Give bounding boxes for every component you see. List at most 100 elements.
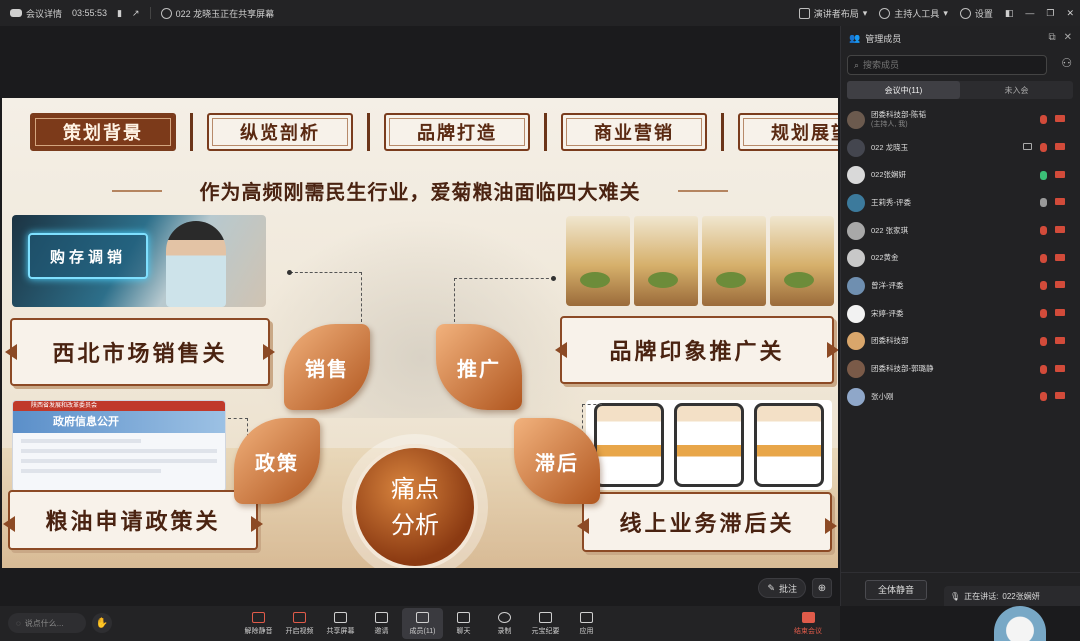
divider	[544, 113, 547, 151]
divider	[721, 113, 724, 151]
chevron-down-icon: ▾	[862, 7, 868, 18]
warehouse-worker-image: 购存调销	[12, 215, 266, 307]
zoom-icon[interactable]: ⊕	[812, 578, 832, 598]
camera-off-icon[interactable]	[1055, 226, 1065, 234]
camera-off-icon[interactable]	[1055, 115, 1065, 123]
mic-on-icon[interactable]	[1040, 170, 1047, 180]
host-tools-button[interactable]: 主持人工具 ▾	[879, 7, 948, 20]
member-row[interactable]: 王莉秀-评委	[841, 189, 1080, 217]
mic-muted-icon[interactable]	[1040, 253, 1047, 263]
chat-button[interactable]: 聊天	[443, 608, 484, 639]
close-icon[interactable]: ✕	[1064, 32, 1072, 43]
settings-button[interactable]: 设置	[959, 7, 993, 20]
panel-header: 👥 管理成员 ⧉ ✕	[841, 26, 1080, 50]
mic-muted-icon[interactable]	[1040, 281, 1047, 291]
divider	[367, 113, 370, 151]
camera-off-icon[interactable]	[1055, 198, 1065, 206]
chevron-down-icon: ▾	[943, 7, 948, 18]
apps-icon	[580, 611, 593, 623]
annotate-button[interactable]: ✎ 批注	[758, 578, 806, 598]
member-role: (主持人, 我)	[871, 120, 908, 128]
sharing-indicator[interactable]: 022 龙晓玉正在共享屏幕	[160, 7, 274, 20]
mic-muted-icon[interactable]	[1040, 392, 1047, 402]
share-screen-button[interactable]: 共享屏幕	[320, 608, 361, 639]
mic-muted-icon[interactable]	[1040, 143, 1047, 153]
tab-not-joined[interactable]: 未入会	[960, 81, 1073, 99]
mic-muted-icon[interactable]	[1040, 309, 1047, 319]
invite-button[interactable]: 邀请	[361, 608, 402, 639]
raise-hand-icon[interactable]: ✋	[92, 613, 112, 633]
member-row[interactable]: 团委科技部	[841, 328, 1080, 356]
minimize-icon[interactable]: —	[1025, 8, 1034, 18]
camera-off-icon[interactable]	[1055, 143, 1065, 151]
member-row[interactable]: 022 龙晓玉	[841, 134, 1080, 162]
record-button[interactable]: 录制	[484, 608, 525, 639]
camera-off-icon[interactable]	[1055, 281, 1065, 289]
text-line	[21, 459, 217, 463]
text-line	[21, 439, 141, 443]
member-name: 团委科技部-郭璐静	[871, 364, 934, 374]
camera-off-icon[interactable]	[1055, 392, 1065, 400]
member-row[interactable]: 022张娴妍	[841, 161, 1080, 189]
member-row[interactable]: 宋婷-评委	[841, 300, 1080, 328]
member-name: 022张娴妍	[871, 170, 907, 180]
gov-site-bar: 陕西省发展和改革委员会	[13, 401, 225, 411]
layout-button[interactable]: 演讲者布局 ▾	[798, 7, 868, 20]
summary-button[interactable]: 元宝纪要	[525, 608, 566, 639]
chat-bubble-icon: ◌	[16, 618, 21, 628]
unmute-button[interactable]: 解除静音	[238, 608, 279, 639]
grain-photos	[566, 216, 834, 306]
say-something-input[interactable]: ◌ 说点什么...	[8, 613, 86, 633]
end-meeting-button[interactable]: 结束会议	[788, 608, 828, 639]
member-row[interactable]: 张小刚	[841, 383, 1080, 411]
meeting-duration: 03:55:53	[72, 8, 108, 18]
popout-icon[interactable]: ⧉	[1048, 32, 1055, 43]
close-icon[interactable]: ✕	[1066, 8, 1074, 19]
mute-all-button[interactable]: 全体静音	[865, 579, 928, 600]
camera-off-icon[interactable]	[1055, 253, 1065, 261]
tab-in-meeting[interactable]: 会议中(11)	[847, 81, 960, 99]
mic-muted-icon[interactable]	[1040, 226, 1047, 236]
member-row[interactable]: 团委科技部-郭璐静	[841, 355, 1080, 383]
external-link-icon[interactable]: ↗	[132, 8, 140, 19]
mic-muted-icon[interactable]	[1040, 336, 1047, 346]
speaker-icon: 🎙	[950, 591, 961, 601]
signal-icon[interactable]: ▮	[117, 8, 122, 19]
apps-button[interactable]: 应用	[566, 608, 607, 639]
avatar	[847, 360, 865, 379]
avatar	[847, 138, 865, 157]
search-input[interactable]	[863, 60, 1024, 70]
restore-icon[interactable]: ❐	[1046, 8, 1054, 19]
member-row[interactable]: 022黄金	[841, 244, 1080, 272]
camera-off-icon[interactable]	[1055, 364, 1065, 372]
chat-icon	[457, 611, 470, 623]
member-list: 团委科技部-陈韬 (主持人, 我) 022 龙晓玉 022张娴妍 王莉秀-评委 0	[841, 106, 1080, 411]
member-row[interactable]: 曾洋-评委	[841, 272, 1080, 300]
start-video-button[interactable]: 开启视频	[279, 608, 320, 639]
members-panel: 👥 管理成员 ⧉ ✕ ⌕ ⚇ 会议中(11) 未入会 团委科技部-陈韬(主持人,…	[840, 26, 1080, 606]
grain-photo	[770, 216, 834, 306]
avatar	[847, 249, 865, 268]
stage-tools: ✎ 批注 ⊕	[758, 578, 832, 598]
member-row[interactable]: 022 张家琪	[841, 217, 1080, 245]
split-view-icon[interactable]: ◧	[1005, 8, 1014, 19]
member-search[interactable]: ⌕	[847, 55, 1047, 75]
members-button[interactable]: 成员(11)	[402, 608, 443, 639]
camera-off-icon[interactable]	[1055, 336, 1065, 344]
mic-muted-icon[interactable]	[1040, 364, 1047, 374]
mic-muted-icon[interactable]	[1040, 115, 1047, 125]
connector-dot	[551, 276, 556, 281]
challenge-card: 西北市场销售关	[10, 318, 270, 386]
camera-off-icon[interactable]	[1055, 309, 1065, 317]
avatar	[847, 387, 865, 406]
mic-icon[interactable]	[1040, 198, 1047, 208]
shared-slide: 策划背景 纵览剖析 品牌打造 商业营销 规划展望 作为高频刚需民生行业，爱菊粮油…	[2, 98, 838, 568]
connector-line	[582, 404, 602, 434]
camera-off-icon[interactable]	[1055, 170, 1065, 178]
speaker-video-thumbnail[interactable]	[994, 606, 1046, 641]
avatar	[847, 304, 865, 323]
member-row[interactable]: 团委科技部-陈韬 (主持人, 我)	[841, 106, 1080, 134]
challenge-card: 品牌印象推广关	[560, 316, 834, 384]
add-user-icon[interactable]: ⚇	[1061, 56, 1072, 70]
meeting-details[interactable]: 会议详情	[10, 7, 62, 20]
